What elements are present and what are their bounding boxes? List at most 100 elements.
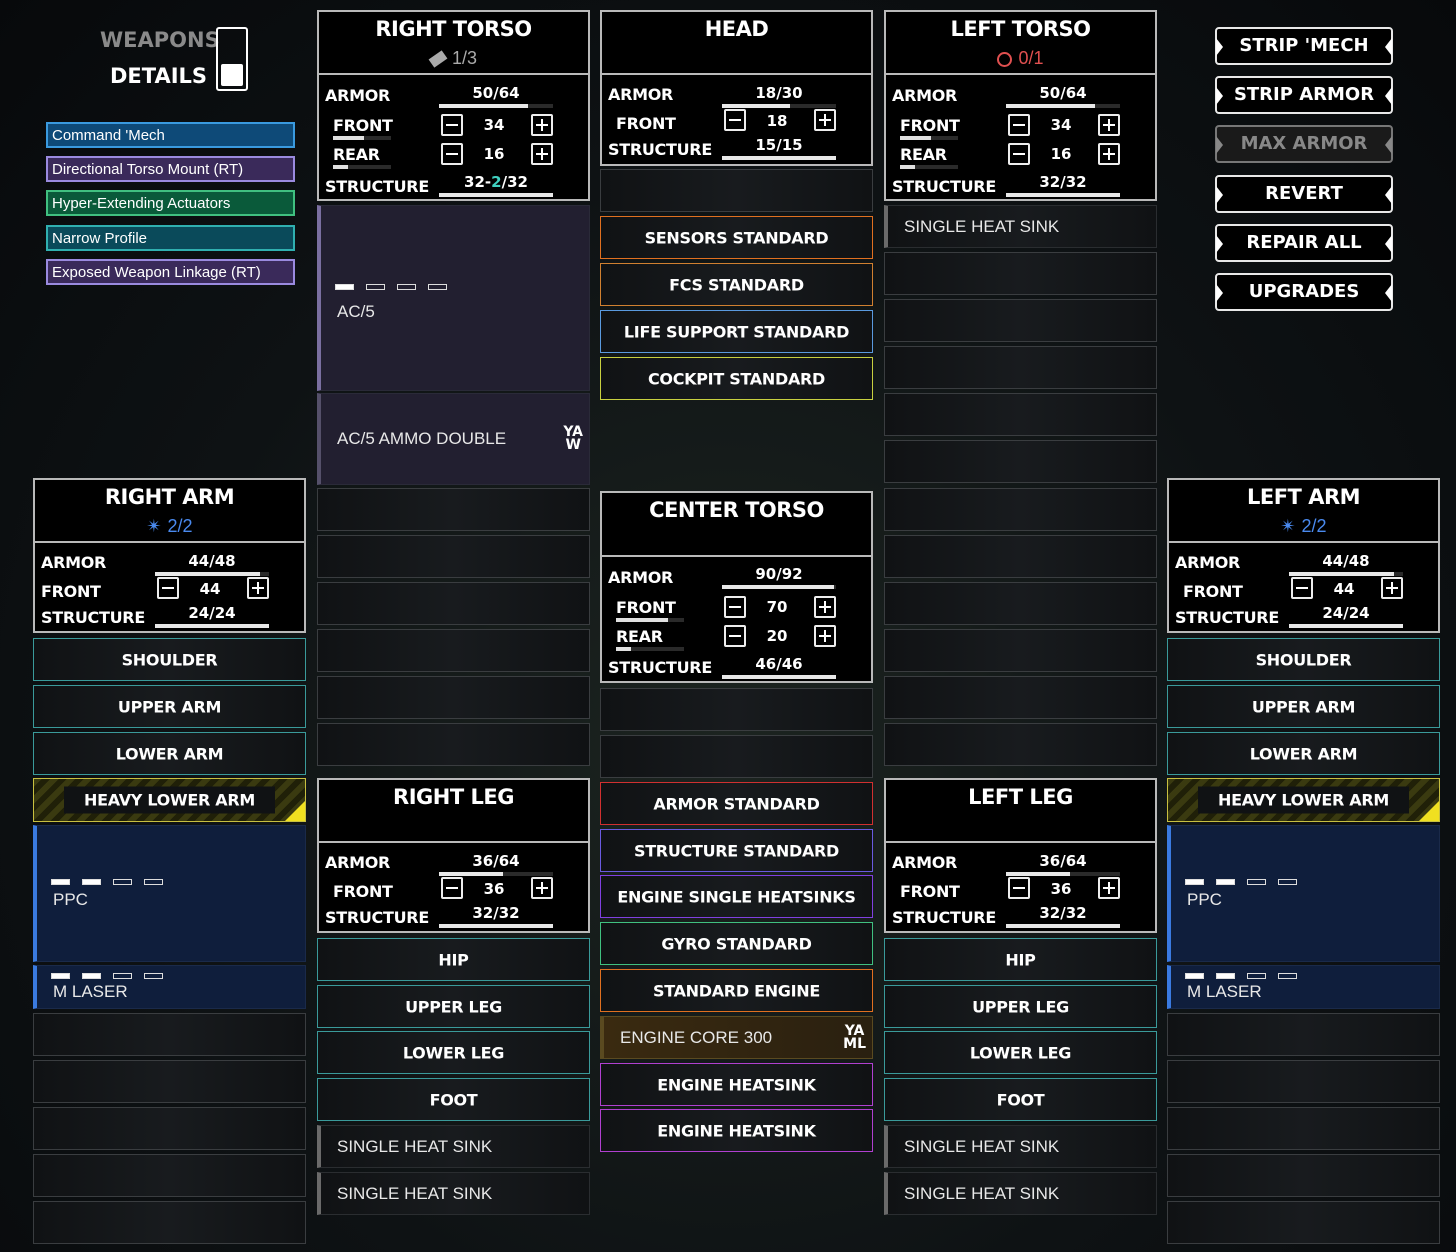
empty-slot[interactable]	[317, 488, 590, 531]
foot-slot[interactable]: FOOT	[317, 1078, 590, 1121]
shoulder-slot[interactable]: SHOULDER	[1167, 638, 1440, 681]
front-increase-button[interactable]	[247, 577, 269, 599]
quirk-hyper-extending-actuators[interactable]: Hyper-Extending Actuators	[46, 190, 295, 216]
rear-increase-button[interactable]	[1098, 143, 1120, 165]
front-decrease-button[interactable]	[441, 877, 463, 899]
heavy-lower-arm-slot[interactable]: HEAVY LOWER ARM	[33, 778, 306, 822]
hip-slot[interactable]: HIP	[317, 938, 590, 981]
heat-sink-slot[interactable]: SINGLE HEAT SINK	[884, 1172, 1157, 1215]
empty-slot[interactable]	[33, 1060, 306, 1103]
empty-slot[interactable]	[317, 676, 590, 719]
rear-decrease-button[interactable]	[724, 625, 746, 647]
front-decrease-button[interactable]	[1008, 114, 1030, 136]
structure-standard-slot[interactable]: STRUCTURE STANDARD	[600, 829, 873, 872]
fcs-slot[interactable]: FCS STANDARD	[600, 263, 873, 306]
engine-heatsink-slot-2[interactable]: ENGINE HEATSINK	[600, 1109, 873, 1152]
cockpit-slot[interactable]: COCKPIT STANDARD	[600, 357, 873, 400]
rear-increase-button[interactable]	[531, 143, 553, 165]
heat-sink-slot[interactable]: SINGLE HEAT SINK	[884, 205, 1157, 248]
empty-slot[interactable]	[1167, 1060, 1440, 1103]
empty-slot[interactable]	[317, 582, 590, 625]
ammo-slot-ac5[interactable]: AC/5 AMMO DOUBLE YA W	[317, 393, 590, 485]
empty-slot[interactable]	[884, 535, 1157, 578]
empty-slot[interactable]	[884, 488, 1157, 531]
hip-slot[interactable]: HIP	[884, 938, 1157, 981]
front-increase-button[interactable]	[531, 114, 553, 136]
empty-slot[interactable]	[33, 1154, 306, 1197]
foot-slot[interactable]: FOOT	[884, 1078, 1157, 1121]
empty-slot[interactable]	[1167, 1154, 1440, 1197]
empty-slot[interactable]	[884, 582, 1157, 625]
front-increase-button[interactable]	[1381, 577, 1403, 599]
empty-slot[interactable]	[600, 688, 873, 731]
max-armor-button[interactable]: MAX ARMOR	[1215, 125, 1393, 163]
gyro-standard-slot[interactable]: GYRO STANDARD	[600, 922, 873, 965]
engine-heatsink-slot-1[interactable]: ENGINE HEATSINK	[600, 1063, 873, 1106]
empty-slot[interactable]	[884, 440, 1157, 483]
empty-slot[interactable]	[884, 629, 1157, 672]
heat-sink-slot[interactable]: SINGLE HEAT SINK	[317, 1125, 590, 1168]
weapon-slot-m-laser[interactable]: M LASER	[1167, 965, 1440, 1009]
front-increase-button[interactable]	[1098, 877, 1120, 899]
heat-sink-slot[interactable]: SINGLE HEAT SINK	[317, 1172, 590, 1215]
revert-button[interactable]: REVERT	[1215, 175, 1393, 213]
empty-slot[interactable]	[1167, 1201, 1440, 1244]
empty-slot[interactable]	[1167, 1107, 1440, 1150]
upper-arm-slot[interactable]: UPPER ARM	[33, 685, 306, 728]
weapon-slot-ac5[interactable]: AC/5	[317, 205, 590, 391]
empty-slot[interactable]	[317, 629, 590, 672]
quirk-exposed-weapon-linkage[interactable]: Exposed Weapon Linkage (RT)	[46, 259, 295, 285]
lower-arm-slot[interactable]: LOWER ARM	[1167, 732, 1440, 775]
upper-leg-slot[interactable]: UPPER LEG	[317, 985, 590, 1028]
engine-core-slot[interactable]: ENGINE CORE 300 YA ML	[600, 1016, 873, 1059]
front-increase-button[interactable]	[814, 596, 836, 618]
rear-increase-button[interactable]	[814, 625, 836, 647]
empty-slot[interactable]	[33, 1201, 306, 1244]
rear-decrease-button[interactable]	[441, 143, 463, 165]
strip-armor-button[interactable]: STRIP ARMOR	[1215, 76, 1393, 114]
front-decrease-button[interactable]	[724, 109, 746, 131]
empty-slot[interactable]	[884, 723, 1157, 766]
front-decrease-button[interactable]	[1291, 577, 1313, 599]
empty-slot[interactable]	[884, 299, 1157, 342]
lower-leg-slot[interactable]: LOWER LEG	[317, 1031, 590, 1074]
empty-slot[interactable]	[33, 1013, 306, 1056]
empty-slot[interactable]	[317, 535, 590, 578]
weapons-label[interactable]: WEAPONS	[100, 28, 220, 52]
empty-slot[interactable]	[33, 1107, 306, 1150]
empty-slot[interactable]	[317, 723, 590, 766]
empty-slot[interactable]	[1167, 1013, 1440, 1056]
standard-engine-slot[interactable]: STANDARD ENGINE	[600, 969, 873, 1012]
quirk-command-mech[interactable]: Command 'Mech	[46, 122, 295, 148]
sensors-slot[interactable]: SENSORS STANDARD	[600, 216, 873, 259]
front-increase-button[interactable]	[531, 877, 553, 899]
front-decrease-button[interactable]	[157, 577, 179, 599]
life-support-slot[interactable]: LIFE SUPPORT STANDARD	[600, 310, 873, 353]
upper-arm-slot[interactable]: UPPER ARM	[1167, 685, 1440, 728]
armor-standard-slot[interactable]: ARMOR STANDARD	[600, 782, 873, 825]
front-decrease-button[interactable]	[1008, 877, 1030, 899]
weapon-slot-ppc[interactable]: PPC	[33, 825, 306, 962]
empty-slot[interactable]	[884, 346, 1157, 389]
empty-slot[interactable]	[884, 676, 1157, 719]
weapon-slot-ppc[interactable]: PPC	[1167, 825, 1440, 962]
front-decrease-button[interactable]	[724, 596, 746, 618]
weapons-details-toggle[interactable]	[216, 27, 248, 91]
empty-slot[interactable]	[884, 252, 1157, 295]
empty-slot[interactable]	[884, 393, 1157, 436]
shoulder-slot[interactable]: SHOULDER	[33, 638, 306, 681]
front-increase-button[interactable]	[1098, 114, 1120, 136]
rear-decrease-button[interactable]	[1008, 143, 1030, 165]
strip-mech-button[interactable]: STRIP 'MECH	[1215, 27, 1393, 65]
upgrades-button[interactable]: UPGRADES	[1215, 273, 1393, 311]
details-label[interactable]: DETAILS	[110, 64, 207, 88]
heat-sink-slot[interactable]: SINGLE HEAT SINK	[884, 1125, 1157, 1168]
front-decrease-button[interactable]	[441, 114, 463, 136]
repair-all-button[interactable]: REPAIR ALL	[1215, 224, 1393, 262]
quirk-directional-torso-mount[interactable]: Directional Torso Mount (RT)	[46, 156, 295, 182]
weapon-slot-m-laser[interactable]: M LASER	[33, 965, 306, 1009]
front-increase-button[interactable]	[814, 109, 836, 131]
empty-slot[interactable]	[600, 735, 873, 778]
heavy-lower-arm-slot[interactable]: HEAVY LOWER ARM	[1167, 778, 1440, 822]
lower-leg-slot[interactable]: LOWER LEG	[884, 1031, 1157, 1074]
